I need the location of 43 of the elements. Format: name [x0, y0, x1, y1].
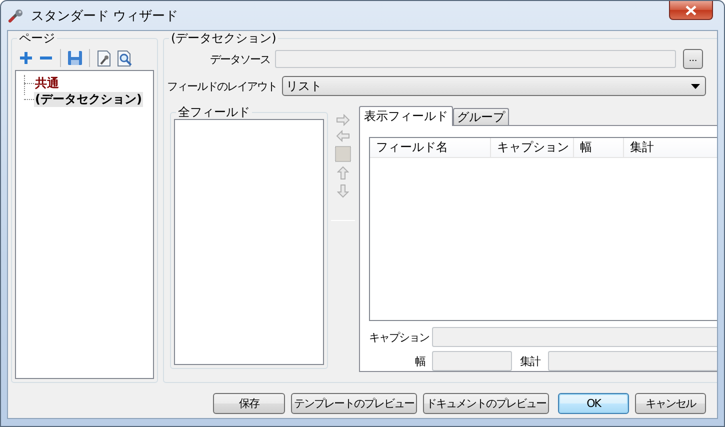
document-wrench-icon[interactable]: [96, 50, 112, 66]
width-field[interactable]: [432, 351, 512, 371]
wrench-icon: [8, 9, 25, 23]
field-label: フィールドのレイアウト: [167, 78, 277, 94]
dialog-button[interactable]: 保存: [213, 393, 285, 414]
field-label: 幅: [414, 354, 425, 368]
tab[interactable]: 表示フィールド: [359, 106, 453, 126]
column-header[interactable]: キャプション: [491, 138, 574, 157]
dropdown-arrow-icon: [691, 84, 700, 88]
field-label: データソース: [209, 52, 270, 66]
column-header[interactable]: 集計: [624, 138, 717, 157]
field-list[interactable]: [174, 119, 324, 365]
tree-item[interactable]: (データセクション): [34, 92, 143, 106]
dialog-button[interactable]: キャンセル: [635, 393, 706, 414]
column-header[interactable]: 幅: [574, 138, 624, 157]
group-title: 全フィールド: [177, 105, 251, 119]
layout-dropdown[interactable]: リスト: [282, 76, 706, 96]
dialog-button[interactable]: OK: [558, 393, 629, 414]
left-arrow-icon[interactable]: [336, 130, 350, 142]
right-arrow-icon[interactable]: [336, 114, 350, 126]
aggregate-field[interactable]: [548, 351, 717, 371]
close-icon: [685, 4, 697, 16]
field-label: 集計: [520, 354, 540, 368]
tab[interactable]: グループ: [453, 108, 509, 125]
group-title: (データセクション): [170, 31, 278, 45]
close-button[interactable]: [669, 1, 713, 20]
dotted-square-icon[interactable]: [335, 146, 351, 162]
dropdown-value: リスト: [286, 78, 322, 94]
caption-field[interactable]: [432, 327, 717, 347]
tree-item[interactable]: 共通: [34, 76, 60, 90]
dialog-button[interactable]: ドキュメントのプレビュー: [423, 393, 549, 414]
add-icon[interactable]: [18, 50, 34, 66]
column-header[interactable]: フィールド名: [370, 138, 491, 157]
data-source-field[interactable]: [275, 50, 676, 68]
window-title: スタンダード ウィザード: [31, 8, 178, 25]
save-icon[interactable]: [67, 50, 83, 66]
down-arrow-icon[interactable]: [337, 184, 349, 198]
preview-icon[interactable]: [116, 50, 133, 66]
up-arrow-icon[interactable]: [337, 166, 349, 180]
browse-button[interactable]: ...: [683, 49, 703, 69]
group-title: ページ: [18, 31, 56, 45]
field-label: キャプション: [369, 330, 430, 344]
dialog-button[interactable]: テンプレートのプレビュー: [291, 393, 417, 414]
